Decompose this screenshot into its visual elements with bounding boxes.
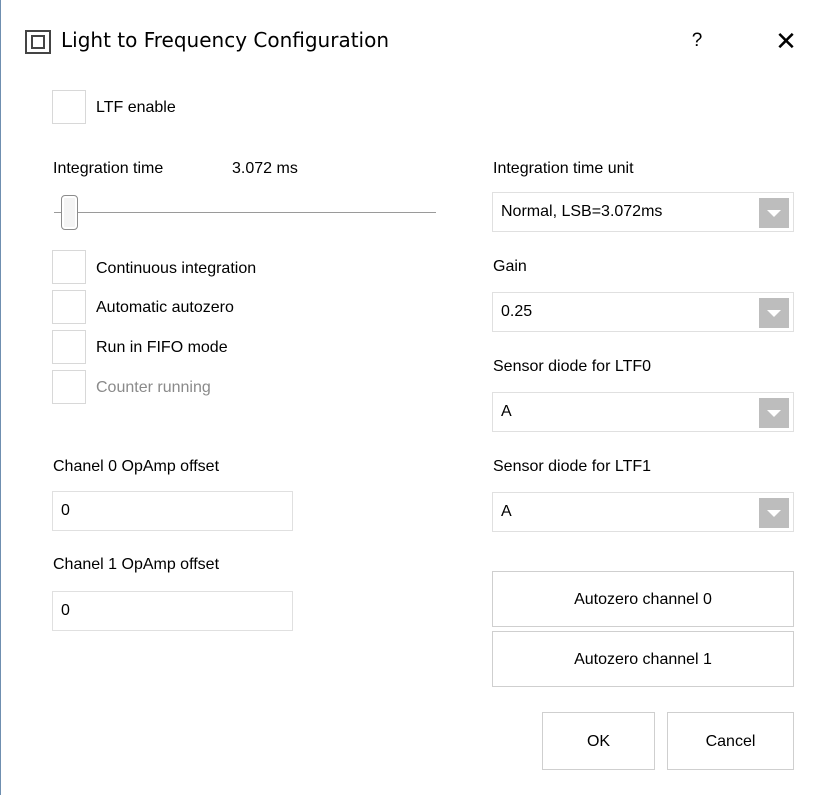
continuous-integration-label: Continuous integration (96, 260, 257, 277)
channel-1-offset-field[interactable] (52, 591, 293, 631)
gain-select[interactable]: 0.25 (492, 292, 794, 332)
autozero-channel-0-button[interactable]: Autozero channel 0 (492, 571, 794, 627)
run-in-fifo-checkbox[interactable] (52, 330, 86, 364)
app-icon (25, 30, 51, 54)
integration-time-unit-select[interactable]: Normal, LSB=3.072ms (492, 192, 794, 232)
automatic-autozero-checkbox[interactable] (52, 290, 86, 324)
channel-0-offset-label: Chanel 0 OpAmp offset (53, 458, 220, 475)
cancel-button[interactable]: Cancel (667, 712, 794, 770)
dialog-title: Light to Frequency Configuration (61, 28, 390, 52)
chevron-down-icon[interactable] (759, 398, 789, 428)
gain-value: 0.25 (501, 303, 533, 320)
channel-0-offset-input[interactable] (53, 492, 292, 530)
gain-label: Gain (493, 258, 527, 275)
integration-time-slider-handle[interactable] (61, 195, 79, 230)
sensor-diode-ltf0-select[interactable]: A (492, 392, 794, 432)
close-button[interactable]: ✕ (771, 26, 801, 56)
ok-button[interactable]: OK (542, 712, 655, 770)
chevron-down-icon[interactable] (759, 298, 789, 328)
autozero-channel-1-button[interactable]: Autozero channel 1 (492, 631, 794, 687)
integration-time-label: Integration time (53, 160, 164, 177)
sensor-diode-ltf1-select[interactable]: A (492, 492, 794, 532)
channel-1-offset-label: Chanel 1 OpAmp offset (53, 556, 220, 573)
integration-time-value: 3.072 ms (232, 160, 298, 177)
channel-1-offset-input[interactable] (53, 592, 292, 630)
app-icon-frame (31, 35, 45, 49)
counter-running-checkbox (52, 370, 86, 404)
sensor-diode-ltf1-label: Sensor diode for LTF1 (493, 458, 652, 475)
ltf-enable-label: LTF enable (96, 99, 176, 116)
integration-time-unit-value: Normal, LSB=3.072ms (501, 203, 663, 220)
integration-time-unit-label: Integration time unit (493, 160, 634, 177)
sensor-diode-ltf1-value: A (501, 503, 512, 520)
integration-time-slider-track[interactable] (54, 212, 436, 213)
channel-0-offset-field[interactable] (52, 491, 293, 531)
configuration-dialog: Light to Frequency Configuration ? ✕ LTF… (0, 0, 823, 795)
sensor-diode-ltf0-value: A (501, 403, 512, 420)
ltf-enable-checkbox[interactable] (52, 90, 86, 124)
sensor-diode-ltf0-label: Sensor diode for LTF0 (493, 358, 652, 375)
title-bar: Light to Frequency Configuration ? ✕ (1, 0, 823, 80)
automatic-autozero-label: Automatic autozero (96, 299, 234, 316)
chevron-down-icon[interactable] (759, 198, 789, 228)
run-in-fifo-label: Run in FIFO mode (96, 339, 228, 356)
counter-running-label: Counter running (96, 379, 211, 396)
continuous-integration-checkbox[interactable] (52, 250, 86, 284)
help-button[interactable]: ? (685, 28, 709, 54)
chevron-down-icon[interactable] (759, 498, 789, 528)
